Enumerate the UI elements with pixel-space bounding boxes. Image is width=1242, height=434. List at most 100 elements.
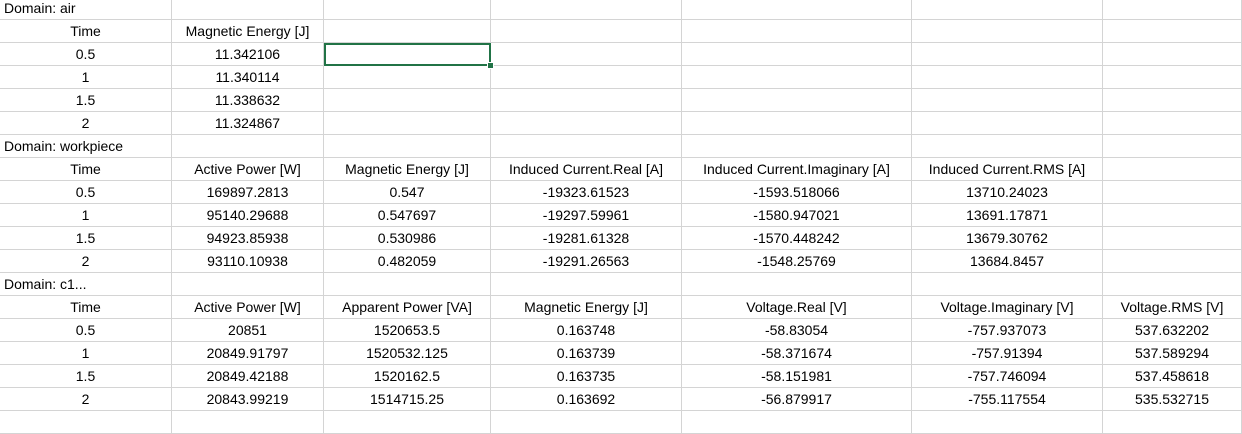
cell-r15-c6[interactable]: -757.937073 bbox=[912, 319, 1103, 342]
cell-r19-c7[interactable] bbox=[1103, 411, 1242, 434]
cell-r4-c6[interactable] bbox=[912, 66, 1103, 89]
cell-r11-c2[interactable]: 94923.85938 bbox=[172, 227, 324, 250]
cell-r18-c4[interactable]: 0.163692 bbox=[491, 388, 682, 411]
cell-r6-c3[interactable] bbox=[324, 112, 491, 135]
cell-r13-c4[interactable] bbox=[491, 273, 682, 296]
cell-r12-c1[interactable]: 2 bbox=[0, 250, 172, 273]
cell-r2-c5[interactable] bbox=[682, 20, 912, 43]
cell-r9-c4[interactable]: -19323.61523 bbox=[491, 181, 682, 204]
cell-r17-c5[interactable]: -58.151981 bbox=[682, 365, 912, 388]
cell-r8-c4[interactable]: Induced Current.Real [A] bbox=[491, 158, 682, 181]
cell-r4-c4[interactable] bbox=[491, 66, 682, 89]
cell-r14-c7[interactable]: Voltage.RMS [V] bbox=[1103, 296, 1242, 319]
cell-r15-c7[interactable]: 537.632202 bbox=[1103, 319, 1242, 342]
cell-r18-c1[interactable]: 2 bbox=[0, 388, 172, 411]
spreadsheet-grid[interactable]: Domain: air Time Magnetic Energy [J] 0.5 11.… bbox=[0, 0, 1242, 434]
cell-r15-c1[interactable]: 0.5 bbox=[0, 319, 172, 342]
cell-r15-c2[interactable]: 20851 bbox=[172, 319, 324, 342]
cell-r14-c6[interactable]: Voltage.Imaginary [V] bbox=[912, 296, 1103, 319]
cell-r19-c2[interactable] bbox=[172, 411, 324, 434]
cell-r4-c3[interactable] bbox=[324, 66, 491, 89]
active-cell[interactable] bbox=[324, 43, 491, 66]
cell-r11-c5[interactable]: -1570.448242 bbox=[682, 227, 912, 250]
cell-r2-c3[interactable] bbox=[324, 20, 491, 43]
cell-r2-c1[interactable]: Time bbox=[0, 20, 172, 43]
cell-r8-c7[interactable] bbox=[1103, 158, 1242, 181]
cell-r12-c5[interactable]: -1548.25769 bbox=[682, 250, 912, 273]
cell-r12-c2[interactable]: 93110.10938 bbox=[172, 250, 324, 273]
cell-r12-c6[interactable]: 13684.8457 bbox=[912, 250, 1103, 273]
cell-r4-c1[interactable]: 1 bbox=[0, 66, 172, 89]
cell-r13-c3[interactable] bbox=[324, 273, 491, 296]
cell-r14-c2[interactable]: Active Power [W] bbox=[172, 296, 324, 319]
cell-r13-c2[interactable] bbox=[172, 273, 324, 296]
cell-r1-c3[interactable] bbox=[324, 0, 491, 20]
cell-r16-c7[interactable]: 537.589294 bbox=[1103, 342, 1242, 365]
cell-r19-c5[interactable] bbox=[682, 411, 912, 434]
cell-r17-c3[interactable]: 1520162.5 bbox=[324, 365, 491, 388]
cell-r16-c5[interactable]: -58.371674 bbox=[682, 342, 912, 365]
cell-r12-c4[interactable]: -19291.26563 bbox=[491, 250, 682, 273]
cell-r14-c4[interactable]: Magnetic Energy [J] bbox=[491, 296, 682, 319]
cell-r17-c7[interactable]: 537.458618 bbox=[1103, 365, 1242, 388]
cell-r5-c3[interactable] bbox=[324, 89, 491, 112]
cell-r4-c2[interactable]: 11.340114 bbox=[172, 66, 324, 89]
cell-r11-c6[interactable]: 13679.30762 bbox=[912, 227, 1103, 250]
cell-r6-c6[interactable] bbox=[912, 112, 1103, 135]
cell-r10-c6[interactable]: 13691.17871 bbox=[912, 204, 1103, 227]
cell-r2-c4[interactable] bbox=[491, 20, 682, 43]
cell-r1-c7[interactable] bbox=[1103, 0, 1242, 20]
cell-r19-c3[interactable] bbox=[324, 411, 491, 434]
cell-r11-c7[interactable] bbox=[1103, 227, 1242, 250]
cell-r19-c4[interactable] bbox=[491, 411, 682, 434]
cell-r10-c1[interactable]: 1 bbox=[0, 204, 172, 227]
cell-r3-c7[interactable] bbox=[1103, 43, 1242, 66]
cell-r13-c6[interactable] bbox=[912, 273, 1103, 296]
cell-r7-c7[interactable] bbox=[1103, 135, 1242, 158]
cell-r6-c2[interactable]: 11.324867 bbox=[172, 112, 324, 135]
cell-r6-c4[interactable] bbox=[491, 112, 682, 135]
cell-r10-c2[interactable]: 95140.29688 bbox=[172, 204, 324, 227]
cell-r14-c5[interactable]: Voltage.Real [V] bbox=[682, 296, 912, 319]
cell-r14-c1[interactable]: Time bbox=[0, 296, 172, 319]
cell-r11-c3[interactable]: 0.530986 bbox=[324, 227, 491, 250]
cell-r5-c4[interactable] bbox=[491, 89, 682, 112]
cell-r16-c6[interactable]: -757.91394 bbox=[912, 342, 1103, 365]
cell-r9-c7[interactable] bbox=[1103, 181, 1242, 204]
cell-r1-c4[interactable] bbox=[491, 0, 682, 20]
cell-r16-c2[interactable]: 20849.91797 bbox=[172, 342, 324, 365]
cell-r1-c5[interactable] bbox=[682, 0, 912, 20]
cell-r14-c3[interactable]: Apparent Power [VA] bbox=[324, 296, 491, 319]
cell-r7-c1[interactable]: Domain: workpiece bbox=[0, 135, 172, 158]
cell-r16-c4[interactable]: 0.163739 bbox=[491, 342, 682, 365]
cell-r18-c5[interactable]: -56.879917 bbox=[682, 388, 912, 411]
cell-r19-c1[interactable] bbox=[0, 411, 172, 434]
cell-r9-c6[interactable]: 13710.24023 bbox=[912, 181, 1103, 204]
cell-r3-c4[interactable] bbox=[491, 43, 682, 66]
cell-r6-c5[interactable] bbox=[682, 112, 912, 135]
cell-r8-c1[interactable]: Time bbox=[0, 158, 172, 181]
cell-r9-c2[interactable]: 169897.2813 bbox=[172, 181, 324, 204]
cell-r19-c6[interactable] bbox=[912, 411, 1103, 434]
cell-r18-c2[interactable]: 20843.99219 bbox=[172, 388, 324, 411]
cell-r4-c5[interactable] bbox=[682, 66, 912, 89]
cell-r17-c4[interactable]: 0.163735 bbox=[491, 365, 682, 388]
cell-r5-c7[interactable] bbox=[1103, 89, 1242, 112]
cell-r10-c5[interactable]: -1580.947021 bbox=[682, 204, 912, 227]
cell-r5-c1[interactable]: 1.5 bbox=[0, 89, 172, 112]
cell-r7-c2[interactable] bbox=[172, 135, 324, 158]
cell-r5-c5[interactable] bbox=[682, 89, 912, 112]
cell-r6-c1[interactable]: 2 bbox=[0, 112, 172, 135]
cell-r7-c5[interactable] bbox=[682, 135, 912, 158]
cell-r2-c6[interactable] bbox=[912, 20, 1103, 43]
cell-r16-c3[interactable]: 1520532.125 bbox=[324, 342, 491, 365]
cell-r8-c6[interactable]: Induced Current.RMS [A] bbox=[912, 158, 1103, 181]
cell-r17-c6[interactable]: -757.746094 bbox=[912, 365, 1103, 388]
cell-r18-c3[interactable]: 1514715.25 bbox=[324, 388, 491, 411]
cell-r8-c3[interactable]: Magnetic Energy [J] bbox=[324, 158, 491, 181]
cell-r9-c3[interactable]: 0.547 bbox=[324, 181, 491, 204]
cell-r7-c4[interactable] bbox=[491, 135, 682, 158]
cell-r3-c2[interactable]: 11.342106 bbox=[172, 43, 324, 66]
cell-r10-c3[interactable]: 0.547697 bbox=[324, 204, 491, 227]
cell-r1-c2[interactable] bbox=[172, 0, 324, 20]
